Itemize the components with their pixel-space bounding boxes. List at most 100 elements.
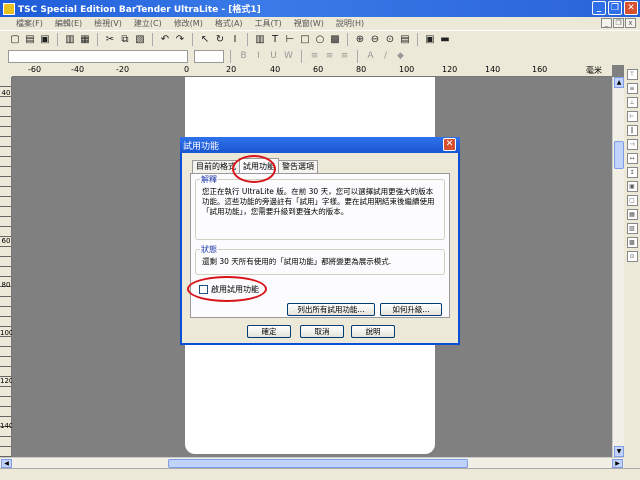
send-back-icon[interactable]: ▢ [626, 195, 638, 206]
scroll-right-arrow[interactable]: ▶ [612, 459, 623, 468]
mdi-close-button[interactable]: x [625, 18, 636, 28]
window-title: TSC Special Edition BarTender UltraLite … [18, 5, 261, 15]
enable-trial-checkbox-box[interactable] [199, 285, 208, 294]
rectangle-icon[interactable]: □ [298, 32, 312, 46]
barcode-icon[interactable]: ▥ [253, 32, 267, 46]
ruler-label: 120 [442, 65, 458, 74]
mdi-restore-button[interactable]: ❐ [613, 18, 624, 28]
database-icon[interactable]: ▣ [423, 32, 437, 46]
how-to-upgrade-button[interactable]: 如何升級... [380, 303, 442, 316]
printer-setup-icon[interactable]: ▬ [438, 32, 452, 46]
picture-icon[interactable]: ▩ [328, 32, 342, 46]
vruler-label: 60 [1, 237, 11, 245]
group-icon[interactable]: ▦ [626, 209, 638, 220]
space-vertical-icon[interactable]: ↕ [626, 167, 638, 178]
rotate-icon[interactable]: ↻ [213, 32, 227, 46]
tab-trial-features[interactable]: 試用功能 [239, 158, 279, 174]
copy-icon[interactable]: ⧉ [118, 32, 132, 46]
cut-icon[interactable]: ✂ [103, 32, 117, 46]
save-icon[interactable]: ▣ [38, 32, 52, 46]
horizontal-scroll-thumb[interactable] [168, 459, 468, 468]
menu-view[interactable]: 檢視(V) [94, 18, 122, 29]
list-trial-features-button[interactable]: 列出所有試用功能... [287, 303, 375, 316]
align-center-icon[interactable]: ≡ [323, 50, 336, 63]
bold-icon[interactable]: B [237, 50, 250, 63]
align-right-icon[interactable]: ≡ [338, 50, 351, 63]
status-bar [0, 468, 640, 480]
status-text: 還剩 30 天所有使用的「試用功能」都將變更為展示模式. [202, 257, 392, 266]
ruler-label: 60 [313, 65, 324, 74]
horizontal-scrollbar[interactable]: ◀ ▶ [0, 457, 624, 468]
wide-text-icon[interactable]: W [282, 50, 295, 63]
mdi-minimize-button[interactable]: _ [601, 18, 612, 28]
align-right-icon[interactable]: ⊣ [626, 139, 638, 150]
close-button[interactable]: ✕ [624, 1, 638, 15]
ruler-label: -40 [71, 65, 85, 74]
zoom-out-icon[interactable]: ⊖ [368, 32, 382, 46]
print-icon[interactable]: ▦ [78, 32, 92, 46]
space-horizontal-icon[interactable]: ↔ [626, 153, 638, 164]
menu-tools[interactable]: 工具(T) [255, 18, 282, 29]
text-icon[interactable]: T [268, 32, 282, 46]
align-middle-icon[interactable]: ≡ [626, 83, 638, 94]
zoom-in-icon[interactable]: ⊕ [353, 32, 367, 46]
pointer-icon[interactable]: ↖ [198, 32, 212, 46]
page-setup-icon[interactable]: ▤ [398, 32, 412, 46]
menu-help[interactable]: 說明(H) [336, 18, 364, 29]
menu-create[interactable]: 建立(C) [134, 18, 162, 29]
dialog-close-button[interactable]: ✕ [443, 138, 456, 151]
scroll-up-arrow[interactable]: ▲ [614, 77, 624, 88]
minimize-button[interactable]: _ [592, 1, 606, 15]
ruler-label: 20 [226, 65, 237, 74]
tab-warning-options[interactable]: 警告選項 [278, 160, 318, 173]
menu-file[interactable]: 檔案(F) [16, 18, 43, 29]
app-icon [3, 2, 15, 15]
text-cursor-icon[interactable]: I [228, 32, 242, 46]
cancel-button[interactable]: 取消 [300, 325, 344, 338]
enable-trial-checkbox[interactable]: 啟用試用功能 [199, 284, 259, 295]
new-icon[interactable]: ▢ [8, 32, 22, 46]
help-button[interactable]: 說明 [351, 325, 395, 338]
menu-window[interactable]: 視窗(W) [294, 18, 324, 29]
ungroup-icon[interactable]: ▧ [626, 223, 638, 234]
font-name-combo[interactable] [8, 49, 188, 63]
align-toolbar: ⊤ ≡ ⊥ ⊢ ‖ ⊣ ↔ ↕ ▣ ▢ ▦ ▧ ▩ ⊙ [624, 65, 640, 468]
align-left-icon[interactable]: ⊢ [626, 111, 638, 122]
tab-current-format[interactable]: 目前的格式 [192, 160, 240, 173]
bring-front-icon[interactable]: ▣ [626, 181, 638, 192]
align-left-icon[interactable]: ≡ [308, 50, 321, 63]
center-page-icon[interactable]: ⊙ [626, 251, 638, 262]
tab-panel: 解釋 您正在執行 UltraLite 版。在前 30 天，您可以選擇試用更強大的… [190, 173, 450, 318]
scroll-left-arrow[interactable]: ◀ [1, 459, 12, 468]
font-size-combo[interactable] [194, 49, 224, 63]
line-icon[interactable]: ⊢ [283, 32, 297, 46]
ok-button[interactable]: 確定 [247, 325, 291, 338]
ellipse-icon[interactable]: ○ [313, 32, 327, 46]
vertical-scrollbar[interactable]: ▲ ▼ [612, 77, 624, 457]
menu-modify[interactable]: 修改(M) [174, 18, 203, 29]
paste-icon[interactable]: ▧ [133, 32, 147, 46]
vertical-scroll-thumb[interactable] [614, 141, 624, 169]
line-color-icon[interactable]: / [379, 50, 392, 63]
italic-icon[interactable]: I [252, 50, 265, 63]
zoom-fit-icon[interactable]: ⊙ [383, 32, 397, 46]
align-bottom-icon[interactable]: ⊥ [626, 97, 638, 108]
menu-format[interactable]: 格式(A) [215, 18, 243, 29]
print-preview-icon[interactable]: ▥ [63, 32, 77, 46]
scroll-down-arrow[interactable]: ▼ [614, 446, 624, 457]
align-top-icon[interactable]: ⊤ [626, 69, 638, 80]
explain-text: 您正在執行 UltraLite 版。在前 30 天，您可以選擇試用更強大的版本功… [202, 187, 435, 216]
menu-bar: 檔案(F) 編輯(E) 檢視(V) 建立(C) 修改(M) 格式(A) 工具(T… [0, 17, 640, 30]
ruler-label: 140 [485, 65, 501, 74]
redo-icon[interactable]: ↷ [173, 32, 187, 46]
ruler-label: 160 [532, 65, 548, 74]
align-center-icon[interactable]: ‖ [626, 125, 638, 136]
restore-button[interactable]: ❐ [608, 1, 622, 15]
lock-icon[interactable]: ▩ [626, 237, 638, 248]
open-icon[interactable]: ▤ [23, 32, 37, 46]
font-color-icon[interactable]: A [364, 50, 377, 63]
menu-edit[interactable]: 編輯(E) [55, 18, 82, 29]
underline-icon[interactable]: U [267, 50, 280, 63]
undo-icon[interactable]: ↶ [158, 32, 172, 46]
fill-color-icon[interactable]: ◆ [394, 50, 407, 63]
